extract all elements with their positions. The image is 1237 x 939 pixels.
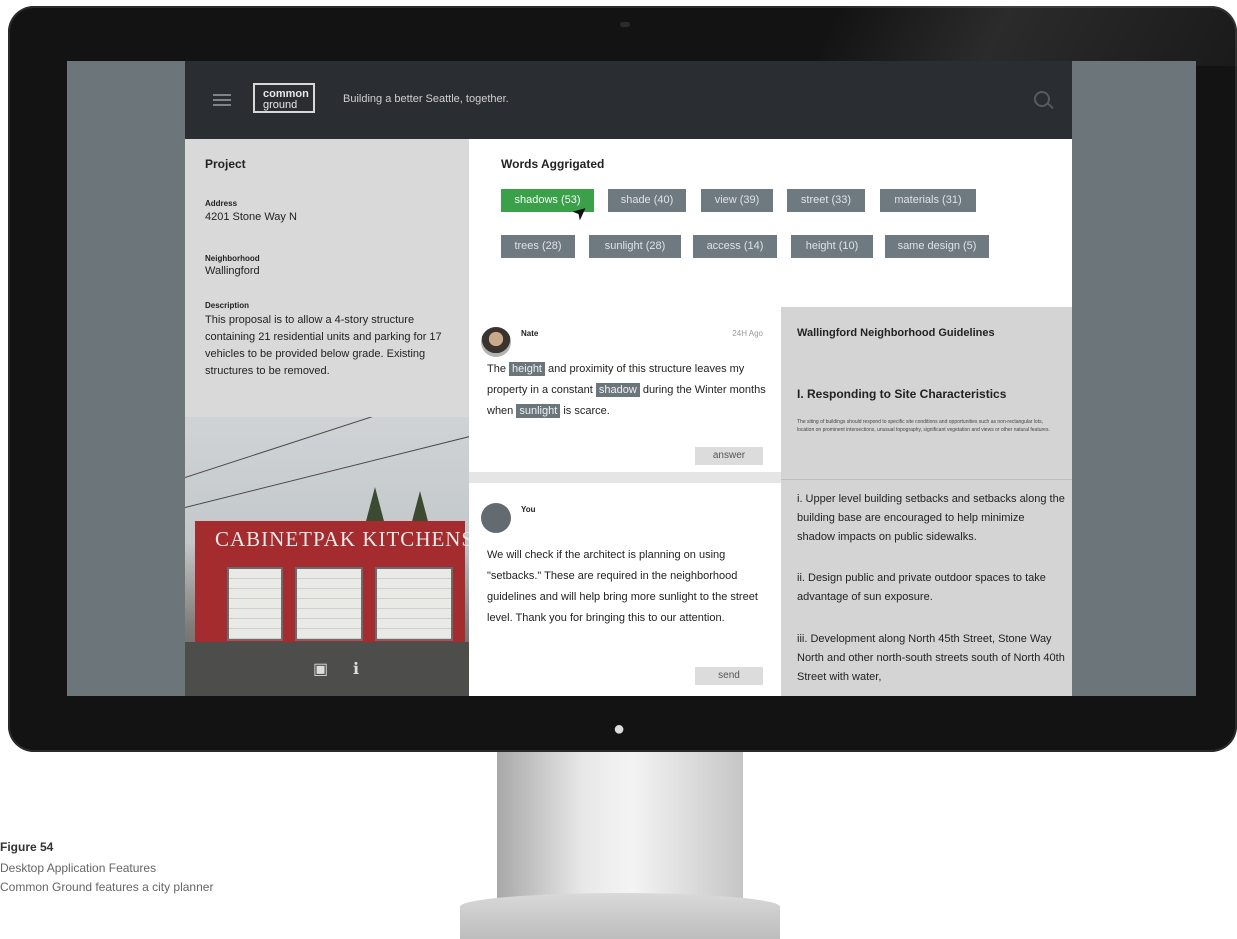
avatar[interactable] (481, 503, 511, 533)
top-bar: common ground Building a better Seattle,… (185, 61, 1072, 139)
send-button[interactable]: send (695, 667, 763, 685)
tag-street[interactable]: street (33) (787, 189, 865, 212)
description-text: This proposal is to allow a 4-story stru… (205, 314, 442, 377)
tag-height[interactable]: height (10) (791, 235, 873, 258)
caption-line: Desktop Application Features (0, 861, 157, 875)
highlight-word[interactable]: sunlight (516, 404, 561, 418)
reply-card: You We will check if the architect is pl… (469, 483, 781, 696)
street-view-photo[interactable]: CABINETPAK KITCHENS ▣ ℹ (185, 417, 469, 696)
comment-time: 24H Ago (732, 329, 763, 338)
comment-author: You (521, 505, 536, 514)
comments-column: Nate 24H Ago The height and proximity of… (469, 307, 781, 696)
tag-view[interactable]: view (39) (701, 189, 773, 212)
monitor-base (460, 893, 780, 939)
tag-trees[interactable]: trees (28) (501, 235, 575, 258)
neighborhood-value: Wallingford (205, 265, 260, 277)
logo[interactable]: common ground (253, 83, 315, 113)
caption-title: Figure 54 (0, 840, 54, 854)
neighborhood-label: Neighborhood (205, 254, 260, 263)
tag-materials[interactable]: materials (31) (880, 189, 976, 212)
highlight-word[interactable]: height (509, 362, 545, 376)
guidelines-panel: Wallingford Neighborhood Guidelines I. R… (781, 307, 1072, 696)
highlight-word[interactable]: shadow (595, 383, 640, 397)
project-panel: Project Address 4201 Stone Way N Neighbo… (185, 139, 469, 696)
monitor-bezel: common ground Building a better Seattle,… (8, 6, 1237, 752)
logo-line-2: ground (263, 99, 298, 111)
tag-shade[interactable]: shade (40) (608, 189, 686, 212)
common-ground-app: common ground Building a better Seattle,… (185, 61, 1072, 696)
caption-line: Common Ground features a city planner (0, 880, 214, 894)
guideline-item: iii. Development along North 45th Street… (797, 633, 1065, 683)
screen-margin-left (67, 61, 185, 696)
guideline-item: i. Upper level building setbacks and set… (797, 493, 1065, 543)
gallery-icon[interactable]: ▣ (313, 659, 328, 678)
building-sign: CABINETPAK KITCHENS (215, 527, 469, 551)
search-icon[interactable] (1034, 91, 1050, 107)
screen-glare (817, 6, 1237, 66)
tagline: Building a better Seattle, together. (343, 93, 509, 105)
comment-card: Nate 24H Ago The height and proximity of… (469, 307, 781, 472)
screen: common ground Building a better Seattle,… (67, 61, 1196, 696)
guideline-item: ii. Design public and private outdoor sp… (797, 572, 1046, 603)
comment-body: The height and proximity of this structu… (487, 362, 766, 418)
comment-author: Nate (521, 329, 539, 338)
guidelines-fine-print: The siting of buildings should respond t… (797, 419, 1050, 433)
avatar[interactable] (481, 327, 511, 357)
menu-icon[interactable] (213, 94, 231, 107)
guidelines-title: Wallingford Neighborhood Guidelines (797, 327, 995, 339)
monitor-stand (497, 752, 743, 908)
words-aggregated: Words Aggrigated shadows (53) shade (40)… (469, 139, 1072, 308)
address-value: 4201 Stone Way N (205, 211, 297, 223)
camera-dot (620, 22, 630, 27)
tag-sunlight[interactable]: sunlight (28) (589, 235, 681, 258)
words-title: Words Aggrigated (501, 157, 605, 171)
description-label: Description (205, 301, 250, 310)
guidelines-section: I. Responding to Site Characteristics (797, 387, 1007, 401)
project-title: Project (205, 157, 246, 171)
info-icon[interactable]: ℹ (353, 659, 367, 678)
apple-logo-icon: ● (613, 718, 626, 740)
figure-caption: Figure 54 Desktop Application Features C… (0, 840, 213, 897)
screen-margin-right (1072, 61, 1196, 696)
tag-access[interactable]: access (14) (693, 235, 777, 258)
answer-button[interactable]: answer (695, 447, 763, 465)
tag-same-design[interactable]: same design (5) (885, 235, 989, 258)
reply-body[interactable]: We will check if the architect is planni… (487, 545, 767, 629)
address-label: Address (205, 199, 238, 208)
